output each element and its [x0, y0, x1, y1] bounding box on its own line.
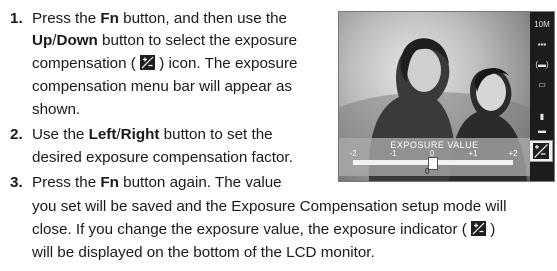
text: Press the [32, 174, 101, 191]
text: button, and then use the [118, 10, 287, 27]
text: close. If you change the exposure value,… [32, 221, 472, 238]
white-balance-icon: ▬ [538, 126, 546, 135]
exposure-compensation-icon [140, 55, 156, 70]
ev-tick-label: -1 [389, 149, 397, 158]
step-3-line-4: will be displayed on the bottom of the L… [32, 244, 375, 261]
exposure-menu-selected [529, 140, 553, 162]
drive-mode-icon: ▭ [538, 80, 546, 89]
ev-slider-thumb [428, 157, 438, 170]
step-1-number: 1. [10, 10, 23, 27]
quality-icon: ▪▪▪ [537, 40, 547, 49]
up-keyword: Up [32, 32, 53, 49]
text: Press the [32, 10, 101, 27]
text: Use the [32, 126, 89, 143]
text: compensation ( [32, 55, 141, 72]
text: ) [486, 221, 496, 238]
ev-tick-label: +2 [508, 149, 518, 158]
fn-keyword: Fn [100, 174, 119, 191]
lcd-screen-figure: 10M ▪▪▪ (▬) ▭ ▮ ▬ EXPOSURE VALUE -2 -1 0… [338, 11, 555, 182]
ev-tick-label: +1 [468, 149, 478, 158]
text: button again. The value [118, 174, 282, 191]
down-keyword: Down [56, 32, 98, 49]
metering-icon: (▬) [535, 60, 549, 69]
image-size-icon: 10M [534, 20, 550, 29]
ev-current-value: 0 [425, 167, 430, 176]
step-3-line-1: Press the Fn button again. The value [32, 172, 282, 194]
text: button to set the [159, 126, 273, 143]
step-3-line-3: close. If you change the exposure value,… [32, 219, 495, 241]
step-2-line-2: desired exposure compensation factor. [32, 149, 293, 166]
left-keyword: Left [88, 126, 117, 143]
right-keyword: Right [120, 126, 160, 143]
step-2-number: 2. [10, 126, 23, 143]
exposure-indicator-icon [471, 221, 487, 236]
exposure-value-bar: EXPOSURE VALUE -2 -1 0 +1 +2 0 [339, 138, 530, 176]
text: button to select the exposure [97, 32, 298, 49]
iso-icon: ▮ [539, 112, 545, 121]
exposure-icon [533, 143, 549, 159]
step-3-line-2: you set will be saved and the Exposure C… [32, 198, 507, 215]
step-1-line-2: Up/Down button to select the exposure [32, 30, 297, 52]
text: ) icon. The exposure [155, 55, 298, 72]
step-3-number: 3. [10, 174, 23, 191]
ev-tick-label: -2 [349, 149, 357, 158]
step-1-line-1: Press the Fn button, and then use the [32, 8, 287, 30]
fn-keyword: Fn [100, 10, 119, 27]
step-1-line-3: compensation ( ) icon. The exposure [32, 53, 297, 75]
step-1-line-4: compensation menu bar will appear as [32, 78, 293, 95]
step-1-line-5: shown. [32, 101, 81, 118]
step-2-line-1: Use the Left/Right button to set the [32, 124, 273, 146]
